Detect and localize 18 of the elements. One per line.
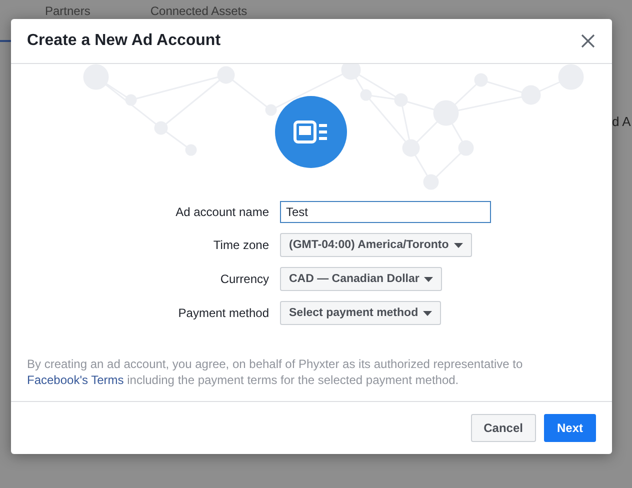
terms-link[interactable]: Facebook's Terms xyxy=(27,373,124,387)
dropdown[interactable]: Select payment method xyxy=(280,301,442,325)
field-label: Time zone xyxy=(212,238,269,252)
background-text: d A xyxy=(612,114,631,129)
field-label: Currency xyxy=(219,272,269,286)
next-button[interactable]: Next xyxy=(544,414,596,442)
input-field[interactable]: Test xyxy=(280,201,491,223)
caret-icon xyxy=(454,242,463,248)
dropdown[interactable]: (GMT-04:00) America/Toronto xyxy=(280,233,472,257)
dropdown[interactable]: CAD — Canadian Dollar xyxy=(280,267,442,291)
field-label: Ad account name xyxy=(174,205,269,219)
disclaimer-text: By creating an ad account, you agree, on behalf of Phyxter as its authorized representative to Facebook's Terms including the payment terms for the selected payment method. xyxy=(11,356,612,402)
field-label: Payment method xyxy=(177,306,269,320)
caret-icon xyxy=(424,276,434,282)
cancel-button[interactable]: Cancel xyxy=(470,414,536,442)
caret-icon xyxy=(423,310,432,316)
close-icon[interactable] xyxy=(581,34,595,48)
dialog-title: Create a New Ad Account xyxy=(27,32,221,50)
